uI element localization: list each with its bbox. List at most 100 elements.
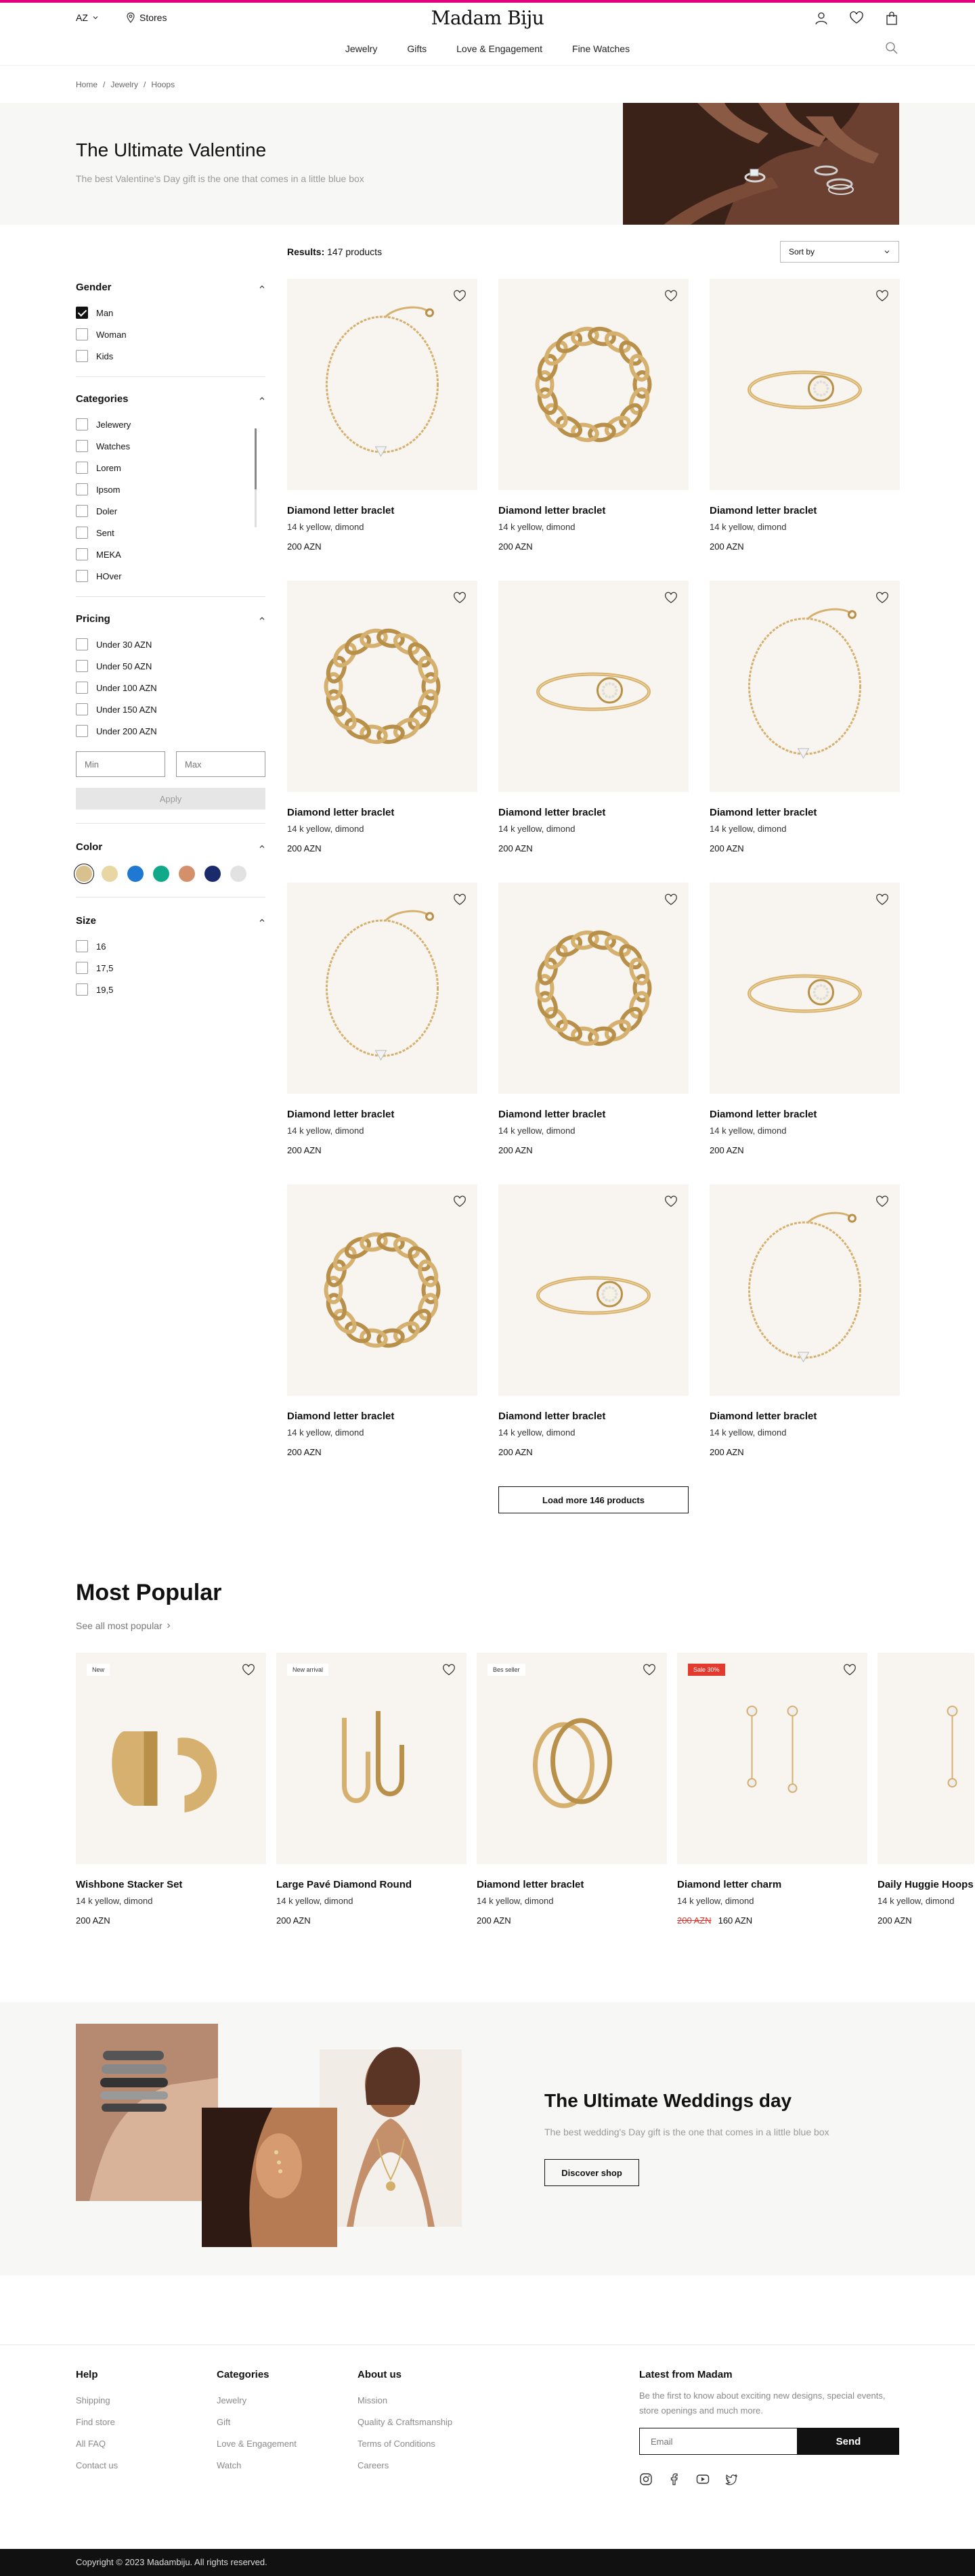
- wishlist-heart-icon[interactable]: [453, 1195, 467, 1209]
- product-name[interactable]: Diamond letter braclet: [710, 1411, 900, 1422]
- product-image[interactable]: [878, 1653, 974, 1864]
- checkbox[interactable]: [76, 703, 88, 715]
- filter-header[interactable]: Size: [76, 912, 265, 929]
- filter-header[interactable]: Color: [76, 839, 265, 855]
- product-name[interactable]: Diamond letter braclet: [710, 1109, 900, 1120]
- categories-scrollbar-thumb[interactable]: [255, 428, 257, 489]
- product-name[interactable]: Diamond letter braclet: [710, 505, 900, 516]
- send-button[interactable]: Send: [798, 2428, 899, 2455]
- filter-option[interactable]: Under 30 AZN: [76, 634, 265, 655]
- footer-link-mission[interactable]: Mission: [358, 2390, 452, 2412]
- product-image[interactable]: [287, 279, 477, 490]
- product-card[interactable]: Diamond letter braclet 14 k yellow, dimo…: [498, 883, 689, 1155]
- wishlist-heart-icon[interactable]: [875, 893, 889, 907]
- product-card[interactable]: Diamond letter braclet 14 k yellow, dimo…: [710, 279, 900, 552]
- product-image[interactable]: [710, 279, 900, 490]
- checkbox[interactable]: [76, 983, 88, 996]
- filter-option[interactable]: 19,5: [76, 979, 265, 1000]
- checkbox[interactable]: [76, 682, 88, 694]
- checkbox[interactable]: [76, 505, 88, 517]
- product-image[interactable]: New: [76, 1653, 266, 1864]
- filter-option[interactable]: Watches: [76, 435, 265, 457]
- footer-link-quality[interactable]: Quality & Craftsmanship: [358, 2412, 452, 2433]
- sort-dropdown[interactable]: Sort by: [780, 241, 899, 263]
- filter-option[interactable]: HOver: [76, 565, 265, 587]
- instagram-icon[interactable]: [639, 2472, 653, 2486]
- popular-product-card[interactable]: Daily Huggie Hoops 14 k yellow, dimond 2…: [878, 1653, 974, 1926]
- wishlist-heart-icon[interactable]: [242, 1664, 255, 1677]
- wishlist-heart-icon[interactable]: [875, 290, 889, 303]
- wishlist-heart-icon[interactable]: [875, 1195, 889, 1209]
- color-swatch[interactable]: [230, 866, 246, 882]
- popular-product-card[interactable]: Sale 30% Diamond letter charm 14 k yello…: [677, 1653, 867, 1926]
- product-card[interactable]: Diamond letter braclet 14 k yellow, dimo…: [287, 1184, 477, 1457]
- min-price-input[interactable]: [76, 751, 165, 777]
- product-image[interactable]: Bes seller: [477, 1653, 667, 1864]
- product-name[interactable]: Diamond letter braclet: [710, 807, 900, 818]
- product-card[interactable]: Diamond letter braclet 14 k yellow, dimo…: [710, 1184, 900, 1457]
- wishlist-heart-icon[interactable]: [442, 1664, 456, 1677]
- twitter-icon[interactable]: [724, 2472, 738, 2486]
- product-card[interactable]: Diamond letter braclet 14 k yellow, dimo…: [287, 279, 477, 552]
- product-image[interactable]: [498, 581, 689, 792]
- product-name[interactable]: Diamond letter braclet: [287, 1411, 477, 1422]
- color-swatch[interactable]: [102, 866, 118, 882]
- product-card[interactable]: Diamond letter braclet 14 k yellow, dimo…: [498, 279, 689, 552]
- color-swatch[interactable]: [204, 866, 221, 882]
- filter-option[interactable]: Sent: [76, 522, 265, 543]
- nav-jewelry[interactable]: Jewelry: [330, 35, 392, 65]
- product-image[interactable]: [287, 581, 477, 792]
- filter-option-man[interactable]: Man: [76, 302, 265, 324]
- wishlist-heart-icon[interactable]: [453, 592, 467, 605]
- product-card[interactable]: Diamond letter braclet 14 k yellow, dimo…: [498, 581, 689, 853]
- discover-shop-button[interactable]: Discover shop: [544, 2159, 639, 2186]
- product-image[interactable]: [498, 1184, 689, 1396]
- product-card[interactable]: Diamond letter braclet 14 k yellow, dimo…: [498, 1184, 689, 1457]
- filter-header[interactable]: Pricing: [76, 610, 265, 627]
- product-image[interactable]: [710, 1184, 900, 1396]
- checkbox[interactable]: [76, 660, 88, 672]
- product-name[interactable]: Diamond letter braclet: [498, 505, 689, 516]
- wishlist-heart-icon[interactable]: [843, 1664, 857, 1677]
- nav-fine-watches[interactable]: Fine Watches: [557, 35, 645, 65]
- nav-gifts[interactable]: Gifts: [392, 35, 441, 65]
- checkbox[interactable]: [76, 548, 88, 560]
- account-icon[interactable]: [814, 11, 829, 26]
- filter-option-woman[interactable]: Woman: [76, 324, 265, 345]
- filter-option[interactable]: MEKA: [76, 543, 265, 565]
- popular-product-card[interactable]: Bes seller Diamond letter braclet 14 k y…: [477, 1653, 667, 1926]
- checkbox-checked[interactable]: [76, 307, 88, 319]
- checkbox[interactable]: [76, 350, 88, 362]
- product-name[interactable]: Diamond letter braclet: [498, 1109, 689, 1120]
- footer-link-faq[interactable]: All FAQ: [76, 2433, 118, 2455]
- filter-option[interactable]: Under 150 AZN: [76, 698, 265, 720]
- product-image[interactable]: [710, 581, 900, 792]
- product-image[interactable]: New arrival: [276, 1653, 467, 1864]
- see-all-popular-link[interactable]: See all most popular: [76, 1620, 172, 1631]
- checkbox[interactable]: [76, 940, 88, 952]
- footer-link-jewelry[interactable]: Jewelry: [217, 2390, 297, 2412]
- checkbox[interactable]: [76, 527, 88, 539]
- filter-option-kids[interactable]: Kids: [76, 345, 265, 367]
- footer-link-gift[interactable]: Gift: [217, 2412, 297, 2433]
- product-name[interactable]: Diamond letter braclet: [477, 1879, 667, 1890]
- product-image[interactable]: [710, 883, 900, 1094]
- footer-link-love-engagement[interactable]: Love & Engagement: [217, 2433, 297, 2455]
- filter-option[interactable]: Ipsom: [76, 479, 265, 500]
- product-name[interactable]: Diamond letter braclet: [498, 807, 689, 818]
- footer-link-shipping[interactable]: Shipping: [76, 2390, 118, 2412]
- wishlist-heart-icon[interactable]: [664, 1195, 678, 1209]
- filter-option[interactable]: Under 50 AZN: [76, 655, 265, 677]
- product-name[interactable]: Large Pavé Diamond Round: [276, 1879, 467, 1890]
- youtube-icon[interactable]: [696, 2472, 710, 2486]
- popular-product-card[interactable]: New Wishbone Stacker Set 14 k yellow, di…: [76, 1653, 266, 1926]
- checkbox[interactable]: [76, 638, 88, 650]
- breadcrumb-hoops[interactable]: Hoops: [151, 80, 175, 89]
- checkbox[interactable]: [76, 440, 88, 452]
- product-card[interactable]: Diamond letter braclet 14 k yellow, dimo…: [710, 581, 900, 853]
- filter-header[interactable]: Gender: [76, 279, 265, 295]
- product-name[interactable]: Diamond letter charm: [677, 1879, 867, 1890]
- filter-option[interactable]: Lorem: [76, 457, 265, 479]
- wishlist-heart-icon[interactable]: [849, 11, 864, 26]
- search-icon[interactable]: [884, 41, 899, 55]
